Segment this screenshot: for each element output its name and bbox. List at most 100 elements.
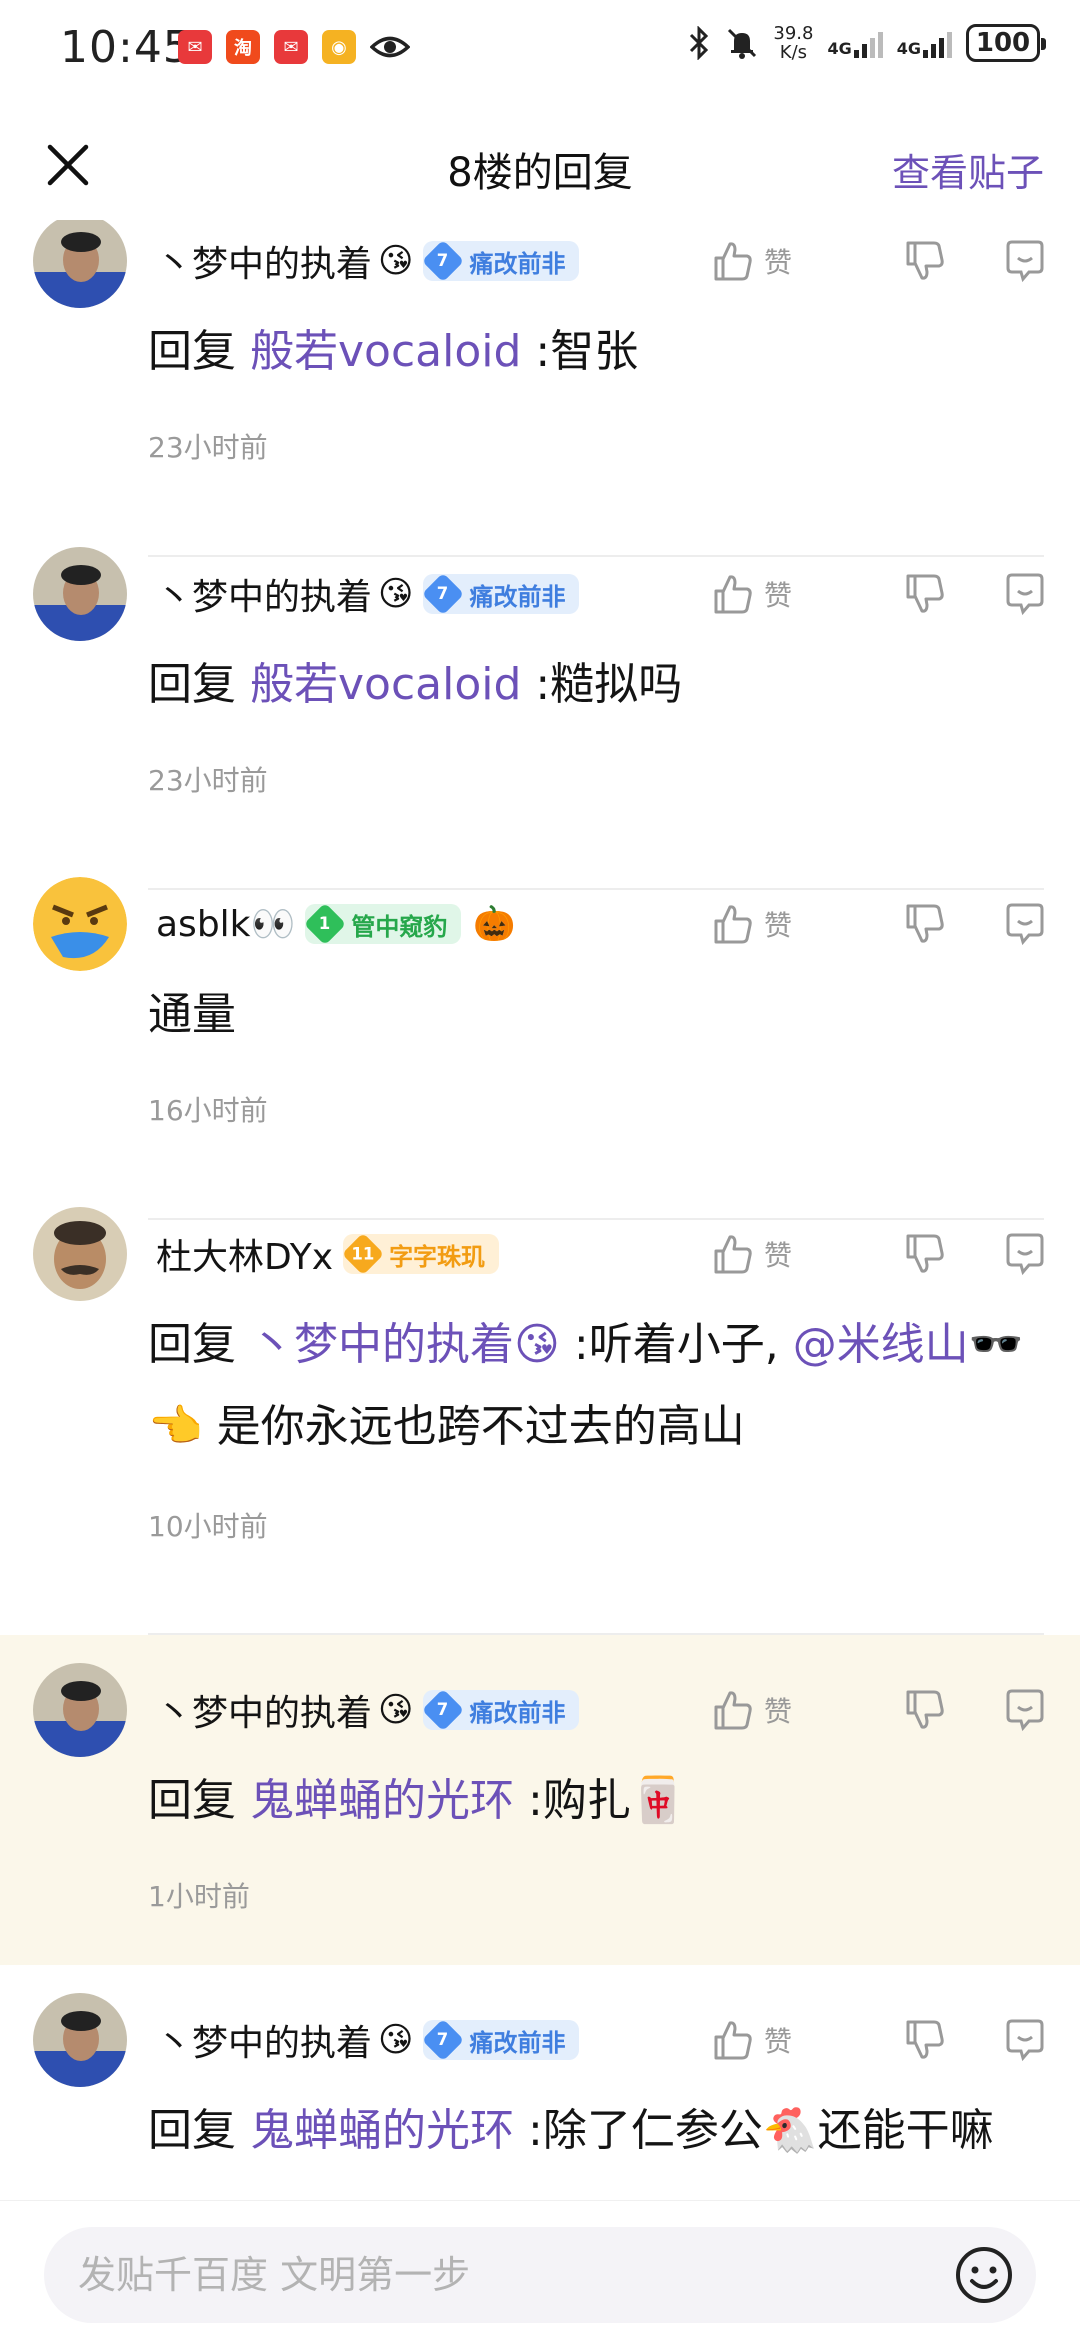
app-notification-icon: ✉ — [178, 30, 212, 64]
badge-title: 管中窥豹 — [351, 912, 448, 941]
badge-title: 痛改前非 — [469, 2028, 566, 2057]
reply-text-2: 是你永远也跨不过去的高山 — [216, 1401, 745, 1452]
reply-content: 回复 鬼蝉蛹的光环 :购扎🀄 — [148, 1760, 1040, 1842]
reply-content: 回复 鬼蝉蛹的光环 :除了仁参公🐔还能干嘛 — [148, 2090, 1040, 2172]
user-info: 丶梦中的执着 😘 7 痛改前非 — [156, 231, 580, 291]
signal-2: 4G — [897, 28, 952, 58]
reply-prefix: 回复 — [148, 659, 236, 710]
compose-bar: 发贴千百度 文明第一步 — [0, 2200, 1080, 2340]
comment-button[interactable] — [1000, 1685, 1050, 1735]
reply-time: 16小时前 — [148, 1094, 268, 1127]
thumbs-up-icon — [714, 2021, 752, 2060]
mention-link[interactable]: 般若vocaloid — [250, 659, 521, 710]
user-name[interactable]: 丶梦中的执着 — [156, 235, 372, 287]
user-emoji: 😘 — [378, 1690, 414, 1730]
mention-link[interactable]: 鬼蝉蛹的光环 — [250, 2105, 514, 2156]
user-name[interactable]: 丶梦中的执着 — [156, 2014, 372, 2066]
reply-item: 丶梦中的执着 😘 7 痛改前非 赞 回复 般若vocaloid :智张 23小时… — [0, 220, 1080, 580]
like-button[interactable]: 赞 — [710, 1231, 850, 1277]
like-button[interactable]: 赞 — [710, 238, 850, 284]
dislike-button[interactable] — [900, 1685, 950, 1735]
reply-time: 23小时前 — [148, 764, 268, 797]
reply-actions: 赞 — [710, 564, 1050, 624]
dislike-button[interactable] — [900, 899, 950, 949]
comment-button[interactable] — [1000, 2015, 1050, 2065]
user-info: asblk👀 1 管中窥豹 🎃 — [156, 894, 516, 954]
like-button[interactable]: 赞 — [710, 1687, 850, 1733]
comment-icon — [1006, 1689, 1044, 1732]
comment-icon — [1006, 240, 1044, 283]
thumbs-down-icon — [906, 574, 944, 613]
comment-button[interactable] — [1000, 236, 1050, 286]
weibo-icon: ◉ — [322, 30, 356, 64]
level-badge: 7 痛改前非 — [422, 1688, 580, 1732]
thumbs-up-icon — [714, 1691, 752, 1730]
signal-1: 4G — [827, 28, 883, 58]
user-emoji: 😘 — [378, 2020, 414, 2060]
reply-text: :智张 — [535, 326, 639, 377]
mention-link[interactable]: 般若vocaloid — [250, 326, 521, 377]
comment-icon — [1006, 1233, 1044, 1276]
comment-button[interactable] — [1000, 569, 1050, 619]
like-button[interactable]: 赞 — [710, 571, 850, 617]
view-post-link[interactable]: 查看贴子 — [892, 142, 1044, 197]
reply-list[interactable]: 丶梦中的执着 😘 7 痛改前非 赞 回复 般若vocaloid :智张 23小时… — [0, 220, 1080, 2200]
thumbs-up-icon — [714, 575, 752, 614]
mention-link[interactable]: 丶梦中的执着😘 — [250, 1319, 560, 1370]
avatar[interactable] — [33, 1993, 127, 2087]
avatar[interactable] — [33, 877, 127, 971]
badge-title: 痛改前非 — [469, 582, 566, 611]
user-name[interactable]: 丶梦中的执着 — [156, 1684, 372, 1736]
status-indicators: 39.8 K/s 4G 4G 100 — [687, 23, 1046, 63]
thumbs-down-icon — [906, 241, 944, 280]
comment-button[interactable] — [1000, 899, 1050, 949]
reply-item: 杜大林DYx 11 字字珠玑 赞 回复 丶梦中的执着😘 :听着小子, @米线山🕶… — [0, 1207, 1080, 1635]
net-speed-unit: K/s — [779, 42, 808, 63]
dislike-button[interactable] — [900, 236, 950, 286]
reply-prefix: 回复 — [148, 1319, 236, 1370]
reply-actions: 赞 — [710, 894, 1050, 954]
thumbs-up-icon — [714, 242, 752, 281]
like-label: 赞 — [764, 246, 793, 279]
level-badge: 7 痛改前非 — [422, 239, 580, 283]
like-label: 赞 — [764, 2025, 793, 2058]
reply-actions: 赞 — [710, 2010, 1050, 2070]
like-button[interactable]: 赞 — [710, 901, 850, 947]
mention-link[interactable]: 鬼蝉蛹的光环 — [250, 1775, 514, 1826]
badge-title: 痛改前非 — [469, 249, 566, 278]
net-speed-value: 39.8 — [773, 23, 814, 44]
taobao-icon: 淘 — [226, 30, 260, 64]
like-label: 赞 — [764, 1239, 793, 1272]
notification-icons: ✉ 淘 ✉ ◉ — [178, 30, 410, 64]
like-label: 赞 — [764, 1695, 793, 1728]
level-badge: 7 痛改前非 — [422, 2018, 580, 2062]
mention-link-2[interactable]: @米线山 — [793, 1319, 969, 1370]
reply-text: :听着小子, — [573, 1319, 779, 1370]
avatar[interactable] — [33, 220, 127, 308]
dislike-button[interactable] — [900, 2015, 950, 2065]
reply-content: 回复 丶梦中的执着😘 :听着小子, @米线山🕶️👈 是你永远也跨不过去的高山 — [148, 1304, 1040, 1468]
badge-level-number: 7 — [437, 584, 450, 604]
badge-level-number: 7 — [437, 251, 450, 271]
thumbs-down-icon — [906, 1690, 944, 1729]
avatar[interactable] — [33, 1663, 127, 1757]
user-name[interactable]: 丶梦中的执着 — [156, 568, 372, 620]
signal-bars-icon — [923, 28, 952, 58]
reply-content: 通量 — [148, 974, 1040, 1056]
user-info: 丶梦中的执着 😘 7 痛改前非 — [156, 1680, 580, 1740]
emoji-icon[interactable] — [952, 2243, 1016, 2307]
reply-content: 回复 般若vocaloid :糙拟吗 — [148, 644, 1040, 726]
like-button[interactable]: 赞 — [710, 2017, 850, 2063]
user-name[interactable]: asblk👀 — [156, 903, 295, 945]
dislike-button[interactable] — [900, 1229, 950, 1279]
reply-text: :除了仁参公🐔还能干嘛 — [528, 2105, 994, 2156]
avatar[interactable] — [33, 547, 127, 641]
user-info: 丶梦中的执着 😘 7 痛改前非 — [156, 564, 580, 624]
compose-input[interactable]: 发贴千百度 文明第一步 — [44, 2227, 1036, 2323]
user-emoji: 😘 — [378, 574, 414, 614]
thumbs-up-icon — [714, 1235, 752, 1274]
dislike-button[interactable] — [900, 569, 950, 619]
comment-button[interactable] — [1000, 1229, 1050, 1279]
user-name[interactable]: 杜大林DYx — [156, 1228, 333, 1280]
avatar[interactable] — [33, 1207, 127, 1301]
